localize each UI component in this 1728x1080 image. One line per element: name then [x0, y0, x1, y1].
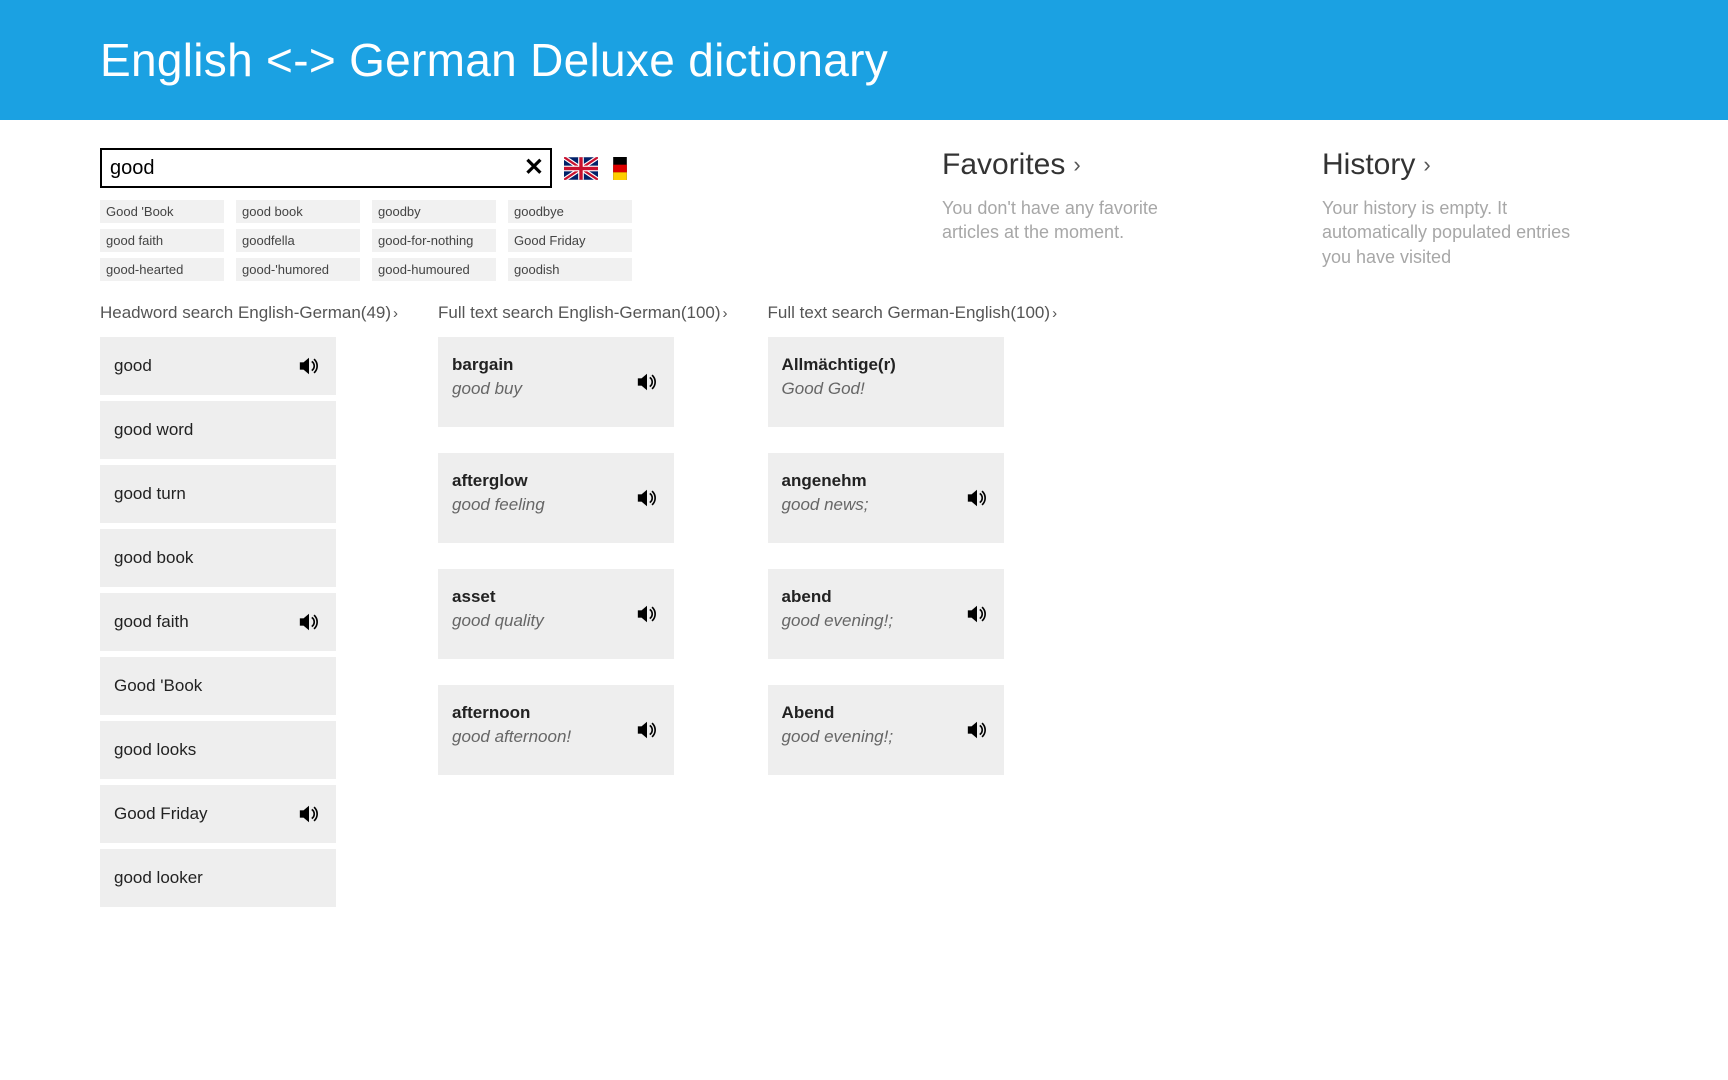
headword-item[interactable]: good	[100, 337, 336, 395]
fulltext-translation: good afternoon!	[452, 727, 660, 747]
app-header: English <-> German Deluxe dictionary	[0, 0, 1728, 120]
app-title: English <-> German Deluxe dictionary	[100, 33, 888, 87]
fulltext-en-de-title: Full text search English-German(100)	[438, 303, 721, 323]
suggestion-item[interactable]: Good 'Book	[100, 200, 224, 223]
fulltext-term: angenehm	[782, 471, 990, 491]
fulltext-item[interactable]: Abend good evening!;	[768, 685, 1004, 775]
fulltext-translation: good feeling	[452, 495, 660, 515]
suggestion-item[interactable]: good-'humored	[236, 258, 360, 281]
suggestion-item[interactable]: Good Friday	[508, 229, 632, 252]
headword-label: good faith	[114, 612, 189, 632]
fulltext-term: afterglow	[452, 471, 660, 491]
fulltext-term: asset	[452, 587, 660, 607]
headword-label: good looks	[114, 740, 196, 760]
headword-label: good looker	[114, 868, 203, 888]
headword-label: Good Friday	[114, 804, 208, 824]
headword-label: good turn	[114, 484, 186, 504]
headword-item[interactable]: good book	[100, 529, 336, 587]
speaker-icon[interactable]	[298, 355, 320, 377]
fulltext-term: abend	[782, 587, 990, 607]
speaker-icon[interactable]	[636, 487, 658, 509]
search-input[interactable]	[102, 150, 550, 186]
history-panel: History › Your history is empty. It auto…	[1322, 148, 1592, 913]
history-header[interactable]: History ›	[1322, 148, 1592, 182]
headword-item[interactable]: good looks	[100, 721, 336, 779]
suggestion-item[interactable]: good-for-nothing	[372, 229, 496, 252]
headword-item[interactable]: good turn	[100, 465, 336, 523]
suggestion-item[interactable]: good book	[236, 200, 360, 223]
fulltext-translation: good evening!;	[782, 611, 990, 631]
fulltext-item[interactable]: afterglow good feeling	[438, 453, 674, 543]
suggestion-item[interactable]: good-hearted	[100, 258, 224, 281]
speaker-icon[interactable]	[298, 611, 320, 633]
suggestion-item[interactable]: good-humoured	[372, 258, 496, 281]
de-flag-icon[interactable]	[610, 157, 630, 180]
fulltext-item[interactable]: afternoon good afternoon!	[438, 685, 674, 775]
headword-label: Good 'Book	[114, 676, 202, 696]
fulltext-term: Allmächtige(r)	[782, 355, 990, 375]
favorites-empty-text: You don't have any favorite articles at …	[942, 196, 1212, 245]
fulltext-translation: good news;	[782, 495, 990, 515]
clear-search-button[interactable]: ✕	[524, 156, 544, 180]
speaker-icon[interactable]	[966, 719, 988, 741]
fulltext-term: afternoon	[452, 703, 660, 723]
suggestion-item[interactable]: goodby	[372, 200, 496, 223]
speaker-icon[interactable]	[636, 719, 658, 741]
headword-item[interactable]: Good Friday	[100, 785, 336, 843]
headword-item[interactable]: Good 'Book	[100, 657, 336, 715]
fulltext-translation: Good God!	[782, 379, 990, 399]
fulltext-item[interactable]: Allmächtige(r) Good God!	[768, 337, 1004, 427]
fulltext-translation: good evening!;	[782, 727, 990, 747]
fulltext-item[interactable]: asset good quality	[438, 569, 674, 659]
suggestion-item[interactable]: good faith	[100, 229, 224, 252]
fulltext-item[interactable]: angenehm good news;	[768, 453, 1004, 543]
chevron-right-icon: ›	[1073, 152, 1080, 178]
headword-label: good book	[114, 548, 193, 568]
fulltext-term: Abend	[782, 703, 990, 723]
speaker-icon[interactable]	[966, 487, 988, 509]
chevron-right-icon: ›	[723, 305, 728, 322]
speaker-icon[interactable]	[636, 603, 658, 625]
fulltext-term: bargain	[452, 355, 660, 375]
chevron-right-icon: ›	[1423, 152, 1430, 178]
suggestion-item[interactable]: goodish	[508, 258, 632, 281]
headword-column-title: Headword search English-German(49)	[100, 303, 391, 323]
speaker-icon[interactable]	[966, 603, 988, 625]
suggestion-item[interactable]: goodbye	[508, 200, 632, 223]
suggestions-grid: Good 'Book good book goodby goodbye good fai…	[100, 200, 920, 281]
speaker-icon[interactable]	[636, 371, 658, 393]
headword-item[interactable]: good looker	[100, 849, 336, 907]
headword-item[interactable]: good word	[100, 401, 336, 459]
history-title: History	[1322, 148, 1415, 182]
fulltext-item[interactable]: abend good evening!;	[768, 569, 1004, 659]
fulltext-translation: good buy	[452, 379, 660, 399]
headword-label: good word	[114, 420, 193, 440]
headword-label: good	[114, 356, 152, 376]
uk-flag-icon[interactable]	[564, 157, 598, 180]
fulltext-translation: good quality	[452, 611, 660, 631]
fulltext-item[interactable]: bargain good buy	[438, 337, 674, 427]
favorites-header[interactable]: Favorites ›	[942, 148, 1212, 182]
history-empty-text: Your history is empty. It automatically …	[1322, 196, 1592, 269]
suggestion-item[interactable]: goodfella	[236, 229, 360, 252]
chevron-right-icon: ›	[393, 305, 398, 322]
speaker-icon[interactable]	[298, 803, 320, 825]
headword-item[interactable]: good faith	[100, 593, 336, 651]
favorites-title: Favorites	[942, 148, 1065, 182]
search-row: ✕	[100, 148, 920, 188]
fulltext-en-de-header[interactable]: Full text search English-German(100) ›	[438, 303, 728, 323]
headword-column: Headword search English-German(49) › goo…	[100, 303, 398, 913]
fulltext-en-de-column: Full text search English-German(100) › b…	[438, 303, 728, 913]
search-box: ✕	[100, 148, 552, 188]
headword-column-header[interactable]: Headword search English-German(49) ›	[100, 303, 398, 323]
